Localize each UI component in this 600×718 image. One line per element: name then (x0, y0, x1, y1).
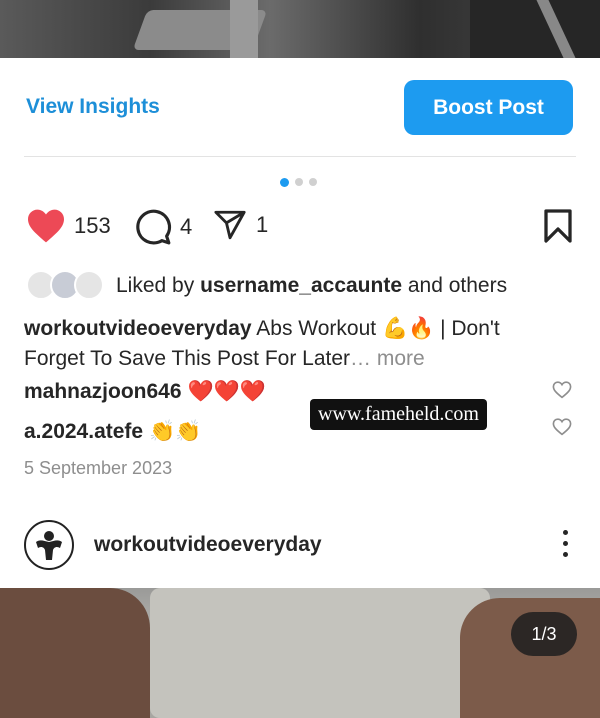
comment-row: a.2024.atefe 👏👏 (24, 420, 201, 444)
comment-row: mahnazjoon646 ❤️❤️❤️ (24, 380, 266, 404)
comment-username[interactable]: mahnazjoon646 (24, 380, 182, 404)
dot (563, 530, 568, 535)
watermark: www.fameheld.com (310, 399, 487, 430)
post-header: workoutvideoeveryday (24, 520, 576, 570)
view-insights-link[interactable]: View Insights (26, 95, 160, 119)
previous-post-media[interactable] (0, 0, 600, 58)
post-date: 5 September 2023 (24, 458, 173, 478)
divider (24, 156, 576, 157)
share-action[interactable]: 1 (212, 208, 268, 242)
more-options-icon[interactable] (563, 530, 568, 557)
dot (563, 541, 568, 546)
media-shape (0, 588, 150, 718)
share-count: 1 (256, 212, 269, 237)
bookmark-icon[interactable] (542, 208, 574, 244)
avatar[interactable] (24, 520, 74, 570)
carousel-dot (295, 178, 303, 186)
post-caption: workoutvideoeveryday Abs Workout 💪🔥 | Do… (24, 314, 564, 374)
like-action[interactable]: 153 (26, 208, 111, 244)
bodybuilder-logo-icon (36, 531, 62, 560)
caption-more-link[interactable]: … more (350, 347, 425, 370)
carousel-indicator (280, 178, 317, 187)
liked-by-suffix: and others (407, 274, 508, 297)
heart-outline-icon[interactable] (552, 418, 572, 436)
heart-outline-icon[interactable] (552, 381, 572, 399)
post-media[interactable] (0, 588, 600, 718)
comment-icon[interactable] (134, 208, 172, 246)
carousel-dot-active (280, 178, 289, 187)
media-shape (150, 588, 490, 718)
dot (563, 552, 568, 557)
liked-by-row[interactable]: Liked by username_accaunte and others (26, 270, 507, 302)
boost-post-button[interactable]: Boost Post (404, 80, 573, 135)
comment-text: ❤️❤️❤️ (187, 380, 266, 403)
media-shape (230, 0, 258, 58)
like-count: 153 (74, 213, 111, 238)
liked-by-user[interactable]: username_accaunte (200, 274, 402, 297)
comment-text: 👏👏 (149, 420, 202, 443)
liked-by-prefix: Liked by (116, 274, 195, 297)
comment-count: 4 (180, 214, 193, 239)
carousel-dot (309, 178, 317, 186)
liked-by-text: Liked by username_accaunte and others (116, 274, 507, 298)
heart-filled-icon[interactable] (26, 208, 66, 244)
avatar (74, 270, 104, 300)
send-icon[interactable] (212, 208, 248, 242)
action-bar: 153 4 1 (26, 208, 574, 248)
comment-action[interactable]: 4 (134, 208, 192, 246)
caption-username[interactable]: workoutvideoeveryday (24, 317, 252, 340)
liker-avatars (26, 270, 106, 302)
post-username[interactable]: workoutvideoeveryday (94, 533, 322, 557)
media-shape (470, 0, 600, 58)
media-counter: 1/3 (511, 612, 577, 656)
comment-username[interactable]: a.2024.atefe (24, 420, 143, 444)
